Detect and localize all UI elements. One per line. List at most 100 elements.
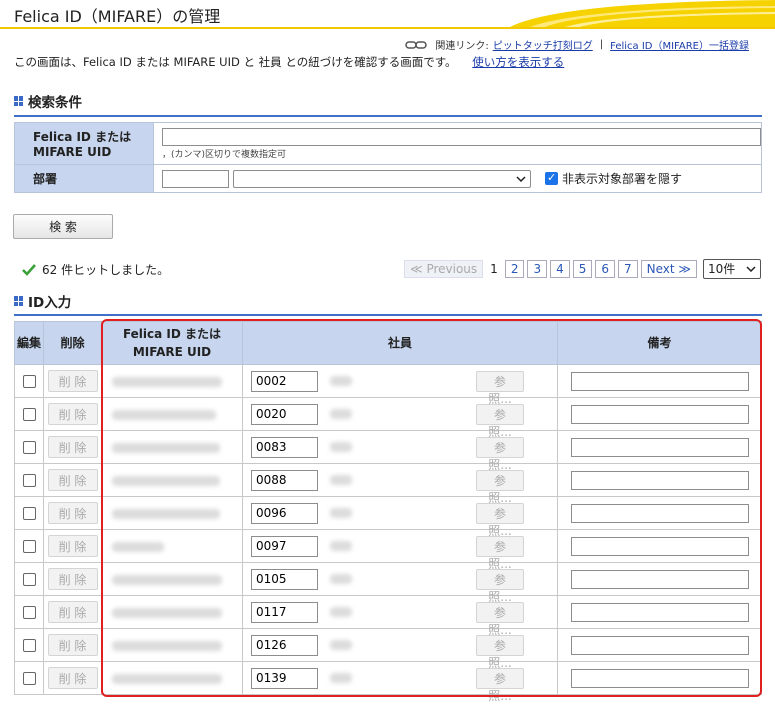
delete-button[interactable]: 削 除 (47, 634, 98, 656)
previous-page-button[interactable]: ≪ Previous (404, 260, 484, 278)
id-value-redacted (112, 409, 216, 420)
dept-select[interactable] (233, 169, 531, 188)
id-value-redacted (112, 574, 222, 585)
delete-button[interactable]: 削 除 (47, 502, 98, 524)
employee-name-redacted (330, 475, 352, 485)
edit-checkbox[interactable] (22, 573, 36, 586)
per-page-value: 10件 (708, 262, 736, 276)
edit-checkbox[interactable] (22, 408, 36, 421)
edit-checkbox[interactable] (22, 606, 36, 619)
dept-cell: 非表示対象部署を隠す (153, 164, 762, 193)
note-input[interactable] (570, 569, 749, 589)
employee-code-input[interactable] (251, 634, 318, 656)
delete-button[interactable]: 削 除 (47, 535, 98, 557)
id-section-title: ID入力 (14, 291, 71, 311)
reference-button[interactable]: 参照... (476, 469, 524, 505)
search-button[interactable]: 検 索 (13, 214, 113, 239)
employee-name-redacted (330, 574, 352, 584)
link-chain-icon (405, 40, 428, 49)
table-row: 削 除 参照... (14, 595, 762, 637)
delete-button[interactable]: 削 除 (47, 568, 98, 590)
reference-button[interactable]: 参照... (476, 370, 524, 406)
edit-checkbox[interactable] (22, 639, 36, 652)
id-value-redacted (112, 607, 222, 618)
employee-code-input[interactable] (251, 436, 318, 458)
employee-code-input[interactable] (251, 469, 318, 491)
edit-checkbox[interactable] (22, 375, 36, 388)
employee-name-redacted (330, 640, 352, 650)
note-input[interactable] (570, 536, 749, 556)
note-input[interactable] (570, 371, 749, 391)
id-value-redacted (112, 673, 222, 684)
section-square-icon (14, 96, 24, 106)
table-row: 削 除 参照... (14, 463, 762, 505)
bulk-register-link[interactable]: Felica ID（MIFARE）一括登録 (610, 37, 749, 52)
hide-depts-checkbox[interactable] (545, 171, 558, 185)
touch-log-link[interactable]: ピットタッチ打刻ログ (493, 37, 593, 52)
employee-code-input[interactable] (251, 370, 318, 392)
note-input[interactable] (570, 470, 749, 490)
id-search-label: Felica ID または MIFARE UID (14, 122, 154, 165)
employee-code-input[interactable] (251, 403, 318, 425)
employee-code-input[interactable] (251, 502, 318, 524)
reference-button[interactable]: 参照... (476, 403, 524, 439)
reference-button[interactable]: 参照... (476, 667, 524, 703)
page-title: Felica ID（MIFARE）の管理 (14, 7, 221, 26)
hit-count: 62 件ヒットしました。 (42, 263, 170, 277)
help-link[interactable]: 使い方を表示する (472, 55, 564, 69)
edit-checkbox[interactable] (22, 672, 36, 685)
id-table: 編集 削除 Felica ID または MIFARE UID 社員 備考 削 除… (14, 321, 762, 703)
id-search-input[interactable] (162, 127, 761, 146)
edit-checkbox[interactable] (22, 474, 36, 487)
edit-checkbox[interactable] (22, 540, 36, 553)
delete-button[interactable]: 削 除 (47, 469, 98, 491)
page-5[interactable]: 5 (572, 260, 593, 278)
table-row: 削 除 参照... (14, 364, 762, 406)
delete-button[interactable]: 削 除 (47, 403, 98, 425)
note-input[interactable] (570, 668, 749, 688)
note-input[interactable] (570, 503, 749, 523)
employee-name-redacted (330, 508, 352, 518)
reference-button[interactable]: 参照... (476, 502, 524, 538)
note-input[interactable] (570, 602, 749, 622)
search-conditions-table: Felica ID または MIFARE UID ，(カンマ)区切りで複数指定可… (14, 122, 762, 193)
search-section-title: 検索条件 (14, 91, 82, 111)
note-input[interactable] (570, 635, 749, 655)
page-1: 1 (490, 262, 498, 276)
col-note: 備考 (557, 321, 762, 365)
employee-name-redacted (330, 673, 352, 683)
col-edit: 編集 (14, 321, 44, 365)
page-4[interactable]: 4 (550, 260, 570, 278)
page-7[interactable]: 7 (618, 260, 638, 278)
dept-code-input[interactable] (162, 169, 229, 188)
chevron-down-icon (746, 266, 756, 272)
edit-checkbox[interactable] (22, 441, 36, 454)
edit-checkbox[interactable] (22, 507, 36, 520)
note-input[interactable] (570, 404, 749, 424)
page-3[interactable]: 3 (527, 260, 548, 278)
col-id-line1: Felica ID または (122, 327, 222, 341)
reference-button[interactable]: 参照... (476, 568, 524, 604)
next-page-button[interactable]: Next ≫ (640, 260, 697, 278)
delete-button[interactable]: 削 除 (47, 601, 98, 623)
employee-code-input[interactable] (251, 667, 318, 689)
delete-button[interactable]: 削 除 (47, 370, 98, 392)
delete-button[interactable]: 削 除 (47, 667, 98, 689)
reference-button[interactable]: 参照... (476, 601, 524, 637)
delete-button[interactable]: 削 除 (47, 436, 98, 458)
id-value-redacted (112, 376, 222, 387)
page-2[interactable]: 2 (504, 260, 525, 278)
employee-code-input[interactable] (251, 535, 318, 557)
reference-button[interactable]: 参照... (476, 535, 524, 571)
reference-button[interactable]: 参照... (476, 436, 524, 472)
employee-name-redacted (330, 442, 352, 452)
reference-button[interactable]: 参照... (476, 634, 524, 670)
employee-code-input[interactable] (251, 601, 318, 623)
employee-code-input[interactable] (251, 568, 318, 590)
id-search-hint: ，(カンマ)区切りで複数指定可 (162, 149, 287, 160)
id-value-redacted (112, 640, 222, 651)
note-input[interactable] (570, 437, 749, 457)
page-6[interactable]: 6 (595, 260, 616, 278)
employee-name-redacted (330, 376, 352, 386)
per-page-select[interactable]: 10件 (703, 259, 761, 279)
